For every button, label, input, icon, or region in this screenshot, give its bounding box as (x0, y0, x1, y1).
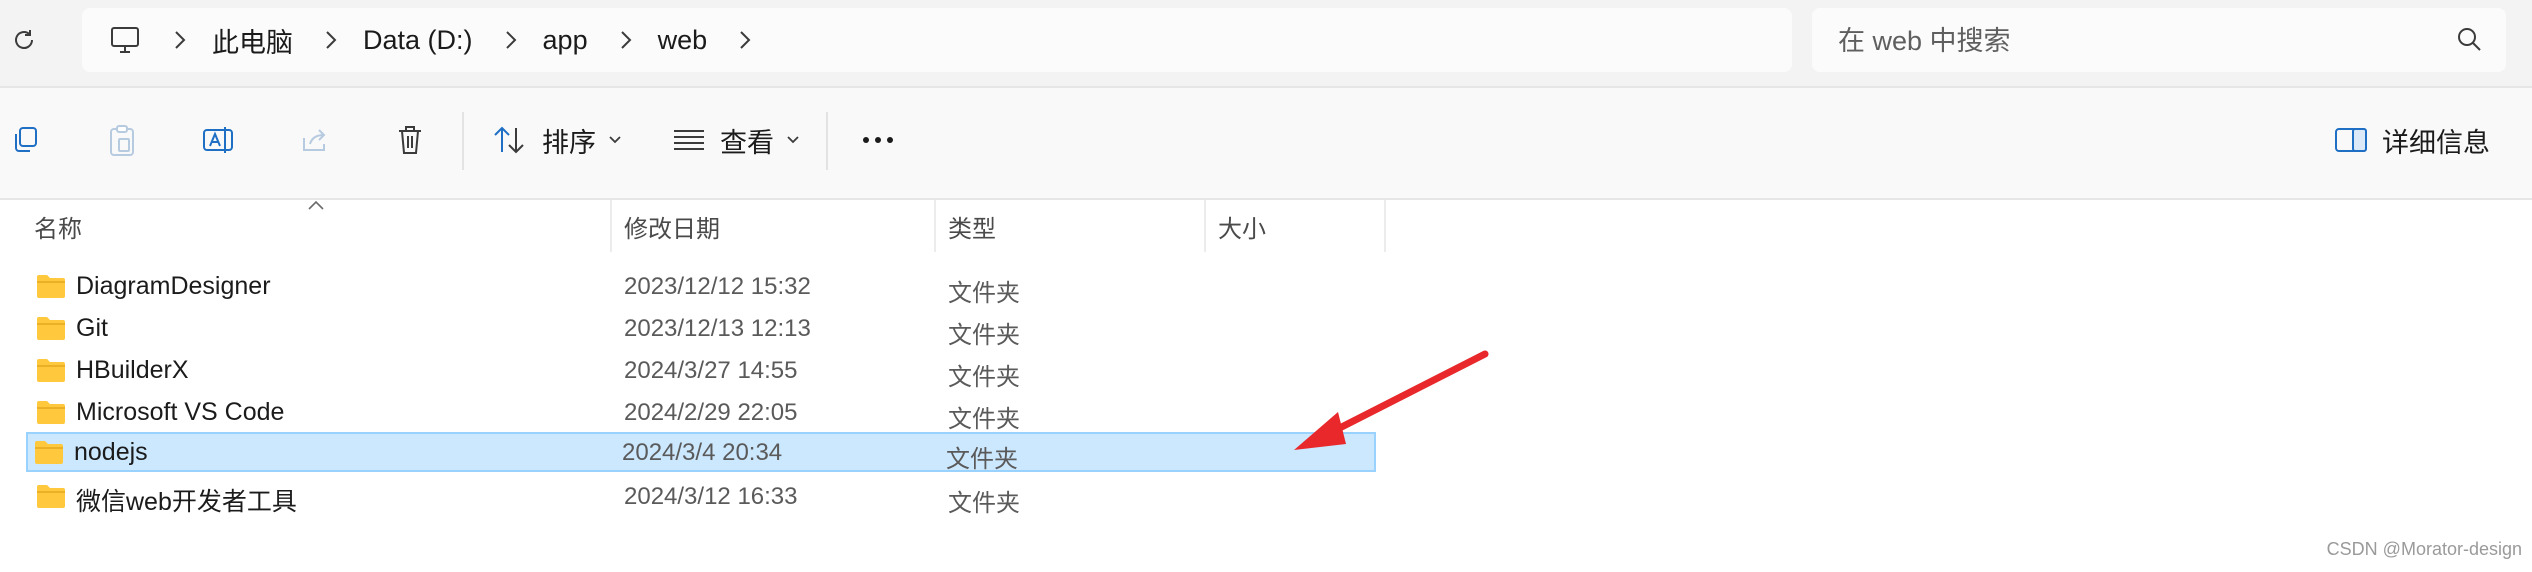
file-type: 文件夹 (948, 490, 1020, 517)
file-row[interactable]: DiagramDesigner 2023/12/12 15:32 文件夹 (28, 266, 1378, 307)
sort-icon (494, 126, 524, 154)
details-pane-icon (2335, 128, 2367, 152)
column-date-label: 修改日期 (624, 215, 720, 243)
breadcrumb-this-pc[interactable]: 此电脑 (212, 21, 293, 60)
column-divider[interactable] (610, 200, 612, 252)
file-list: 名称 修改日期 类型 大小 DiagramDesigner 2023/12/12… (0, 200, 2532, 572)
chevron-right-icon[interactable] (166, 26, 194, 54)
more-options-button[interactable] (854, 116, 902, 164)
share-button[interactable] (290, 116, 338, 164)
folder-icon (37, 359, 65, 382)
file-name: Microsoft VS Code (76, 398, 285, 426)
copy-button[interactable] (2, 116, 50, 164)
folder-icon (37, 401, 65, 424)
column-type-label: 类型 (948, 215, 996, 243)
folder-icon (37, 485, 65, 508)
column-divider[interactable] (1204, 200, 1206, 252)
this-pc-icon[interactable] (108, 23, 142, 57)
toolbar-separator (826, 112, 828, 170)
view-label: 查看 (720, 127, 774, 158)
details-label: 详细信息 (2382, 127, 2490, 158)
file-date: 2024/3/4 20:34 (622, 439, 783, 466)
delete-button[interactable] (386, 116, 434, 164)
chevron-right-icon[interactable] (612, 26, 640, 54)
view-menu-button[interactable]: 查看 (672, 114, 802, 166)
chevron-right-icon[interactable] (317, 26, 345, 54)
sort-ascending-icon (308, 200, 324, 210)
file-row[interactable]: Git 2023/12/13 12:13 文件夹 (28, 308, 1378, 349)
search-input[interactable] (1836, 18, 2420, 64)
file-date: 2024/3/27 14:55 (624, 357, 798, 384)
column-header-type[interactable]: 类型 (948, 200, 996, 252)
file-name: Git (76, 314, 108, 342)
address-area: 此电脑 Data (D:) app web (0, 0, 2532, 86)
file-name: DiagramDesigner (76, 272, 271, 300)
view-icon (674, 130, 704, 150)
file-date: 2023/12/12 15:32 (624, 273, 811, 300)
folder-icon (37, 275, 65, 298)
file-date: 2023/12/13 12:13 (624, 315, 811, 342)
paste-button[interactable] (98, 116, 146, 164)
trash-icon (399, 126, 421, 154)
file-name: nodejs (74, 438, 148, 466)
paste-icon (110, 125, 134, 156)
column-header-date[interactable]: 修改日期 (624, 200, 720, 252)
breadcrumb-drive[interactable]: Data (D:) (363, 25, 473, 56)
chevron-down-icon (784, 131, 802, 149)
column-header-name[interactable]: 名称 (34, 200, 82, 252)
folder-icon (37, 317, 65, 340)
breadcrumb-app[interactable]: app (543, 25, 588, 56)
file-type: 文件夹 (948, 364, 1020, 391)
search-box[interactable] (1812, 8, 2506, 72)
file-row[interactable]: 微信web开发者工具 2024/3/12 16:33 文件夹 (28, 476, 1378, 517)
share-icon (303, 129, 326, 151)
file-type: 文件夹 (948, 280, 1020, 307)
breadcrumb-web[interactable]: web (658, 25, 708, 56)
column-size-label: 大小 (1218, 215, 1266, 243)
column-header-size[interactable]: 大小 (1218, 200, 1266, 252)
file-name: HBuilderX (76, 356, 189, 384)
details-pane-button[interactable]: 详细信息 (2334, 114, 2490, 166)
sort-menu-button[interactable]: 排序 (492, 114, 624, 166)
copy-icon (15, 127, 37, 152)
rename-button[interactable] (194, 116, 242, 164)
chevron-down-icon (606, 131, 624, 149)
file-date: 2024/3/12 16:33 (624, 483, 798, 510)
file-name: 微信web开发者工具 (76, 488, 297, 516)
command-bar: 排序 查看 详细信息 (0, 88, 2532, 198)
rename-icon (203, 127, 233, 153)
folder-icon (35, 441, 63, 464)
file-row-selected[interactable]: nodejs 2024/3/4 20:34 文件夹 (26, 432, 1376, 473)
search-icon[interactable] (2454, 24, 2486, 56)
toolbar-separator (462, 112, 464, 170)
refresh-icon (15, 30, 33, 49)
sort-label: 排序 (542, 127, 596, 158)
chevron-right-icon[interactable] (731, 26, 759, 54)
file-type: 文件夹 (946, 446, 1018, 473)
file-type: 文件夹 (948, 406, 1020, 433)
column-divider[interactable] (1384, 200, 1386, 252)
file-row[interactable]: Microsoft VS Code 2024/2/29 22:05 文件夹 (28, 392, 1378, 433)
address-bar[interactable]: 此电脑 Data (D:) app web (82, 8, 1792, 72)
chevron-right-icon[interactable] (497, 26, 525, 54)
watermark: CSDN @Morator-design (2326, 539, 2522, 559)
column-divider[interactable] (934, 200, 936, 252)
file-type: 文件夹 (948, 322, 1020, 349)
more-icon (863, 137, 893, 143)
file-row[interactable]: HBuilderX 2024/3/27 14:55 文件夹 (28, 350, 1378, 391)
file-date: 2024/2/29 22:05 (624, 399, 798, 426)
column-name-label: 名称 (34, 215, 82, 243)
annotation-arrow-icon (1294, 350, 1489, 450)
refresh-button[interactable] (6, 22, 42, 58)
